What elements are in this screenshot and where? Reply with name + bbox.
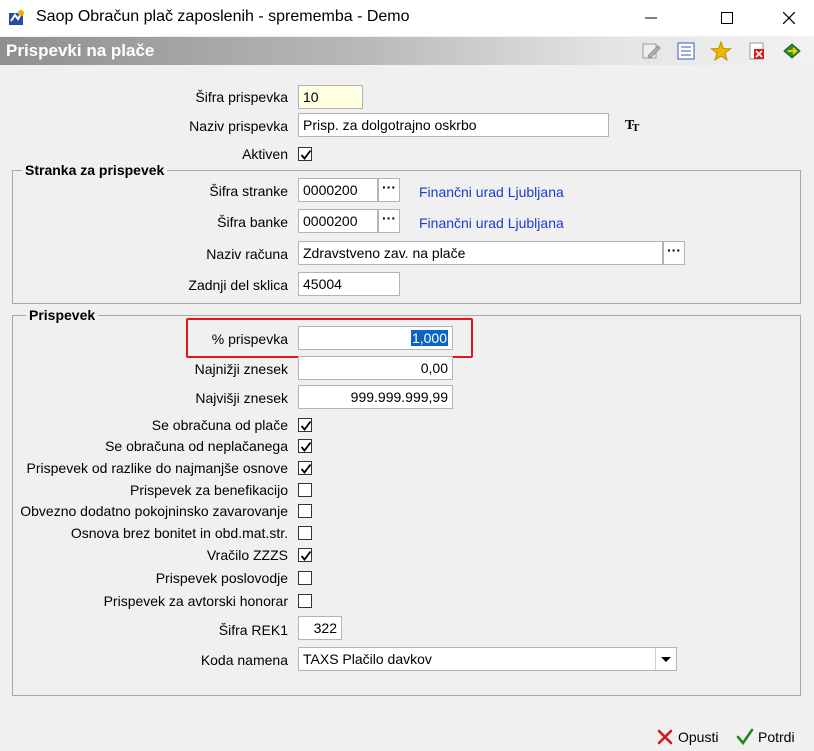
confirm-check-icon (736, 728, 754, 746)
window-titlebar: Saop Obračun plač zaposlenih - sprememba… (0, 0, 814, 36)
koda-namena-select[interactable]: TAXS Plačilo davkov (298, 647, 677, 671)
sifra-stranke-name-link[interactable]: Finančni urad Ljubljana (419, 184, 564, 200)
koda-namena-value: TAXS Plačilo davkov (303, 651, 432, 667)
vracilo-zzzs-checkbox[interactable] (298, 548, 312, 562)
sifra-stranke-label: Šifra stranke (209, 183, 288, 199)
edit-icon[interactable] (640, 41, 662, 61)
sifra-banke-label: Šifra banke (217, 214, 288, 230)
highlight-box (186, 318, 473, 358)
min-znesek-input[interactable]: 0,00 (298, 356, 453, 380)
max-znesek-label: Najvišji znesek (195, 390, 288, 406)
check-icon (300, 420, 312, 431)
prispevek-group-title: Prispevek (26, 307, 99, 323)
sifra-prispevka-label: Šifra prispevka (195, 89, 288, 105)
avtorski-honorar-checkbox[interactable] (298, 594, 312, 608)
cb-label-osnova-brez-bonitet: Osnova brez bonitet in obd.mat.str. (70, 525, 288, 541)
opusti-button[interactable]: Opusti (656, 728, 718, 746)
naziv-racuna-label: Naziv računa (206, 246, 288, 262)
stranka-group (12, 170, 801, 304)
aktiven-label: Aktiven (242, 146, 288, 162)
check-icon (300, 441, 312, 452)
translate-icon[interactable]: T T (625, 116, 643, 132)
prispevek-poslovodje-checkbox[interactable] (298, 571, 312, 585)
rek1-label: Šifra REK1 (218, 622, 288, 638)
cb-label-vracilo-zzzs: Vračilo ZZZS (206, 547, 288, 563)
sifra-banke-lookup-button[interactable]: ··· (378, 209, 400, 233)
check-icon (300, 550, 312, 561)
potrdi-button[interactable]: Potrdi (736, 728, 795, 746)
minimize-icon (645, 17, 657, 19)
osnova-brez-bonitet-checkbox[interactable] (298, 526, 312, 540)
sifra-banke-name-link[interactable]: Finančni urad Ljubljana (419, 215, 564, 231)
sifra-stranke-input[interactable]: 0000200 (298, 178, 378, 202)
sifra-stranke-lookup-button[interactable]: ··· (378, 178, 400, 202)
sklic-input[interactable]: 45004 (298, 272, 400, 296)
star-icon[interactable] (710, 41, 732, 61)
aktiven-checkbox[interactable] (298, 147, 312, 161)
naziv-racuna-input[interactable]: Zdravstveno zav. na plače (298, 241, 663, 265)
chevron-down-icon (661, 657, 671, 662)
potrdi-label: Potrdi (758, 729, 795, 745)
benefikacija-checkbox[interactable] (298, 483, 312, 497)
sklic-label: Zadnji del sklica (188, 277, 288, 293)
close-button[interactable] (766, 0, 812, 36)
exit-icon[interactable] (781, 41, 803, 61)
sifra-banke-input[interactable]: 0000200 (298, 209, 378, 233)
cb-label-se-obracuna-od-place: Se obračuna od plače (151, 417, 288, 433)
cb-label-razlike-do-najmanjse-osnove: Prispevek od razlike do najmanjše osnove (26, 460, 288, 476)
se-obracuna-od-place-checkbox[interactable] (298, 418, 312, 432)
delete-icon[interactable] (746, 41, 768, 61)
maximize-button[interactable] (704, 0, 750, 36)
sifra-prispevka-input[interactable]: 10 (298, 85, 363, 109)
opusti-label: Opusti (678, 729, 719, 745)
check-icon (300, 463, 312, 474)
app-icon (9, 10, 24, 25)
cb-label-prispevek-poslovodje: Prispevek poslovodje (155, 570, 288, 586)
naziv-prispevka-input[interactable]: Prisp. za dolgotrajno oskrbo (298, 113, 609, 137)
naziv-racuna-lookup-button[interactable]: ··· (663, 241, 685, 265)
stranka-group-title: Stranka za prispevek (22, 162, 168, 178)
close-icon (783, 12, 795, 24)
maximize-icon (721, 12, 733, 24)
razlike-do-najmanjse-osnove-checkbox[interactable] (298, 461, 312, 475)
cb-label-avtorski-honorar: Prispevek za avtorski honorar (103, 593, 288, 609)
minimize-button[interactable] (628, 0, 674, 36)
form-title: Prispevki na plače (6, 41, 155, 60)
naziv-prispevka-label: Naziv prispevka (189, 118, 288, 134)
koda-namena-label: Koda namena (200, 652, 288, 668)
window-title: Saop Obračun plač zaposlenih - sprememba… (36, 8, 410, 25)
check-icon (300, 149, 312, 160)
list-icon[interactable] (675, 41, 697, 61)
se-obracuna-od-neplacanega-checkbox[interactable] (298, 439, 312, 453)
koda-namena-dropdown-button[interactable] (655, 648, 675, 670)
rek1-input[interactable]: 322 (298, 616, 342, 640)
cancel-icon (657, 729, 673, 745)
form-header: Prispevki na plače (0, 37, 814, 65)
cb-label-se-obracuna-od-neplacanega: Se obračuna od neplačanega (105, 438, 288, 454)
cb-label-benefikacija: Prispevek za benefikacijo (130, 482, 288, 498)
cb-label-dodatno-pokojninsko: Obvezno dodatno pokojninsko zavarovanje (20, 503, 288, 519)
max-znesek-input[interactable]: 999.999.999,99 (298, 385, 453, 409)
dodatno-pokojninsko-checkbox[interactable] (298, 504, 312, 518)
svg-text:T: T (632, 122, 640, 132)
min-znesek-label: Najnižji znesek (194, 361, 288, 377)
